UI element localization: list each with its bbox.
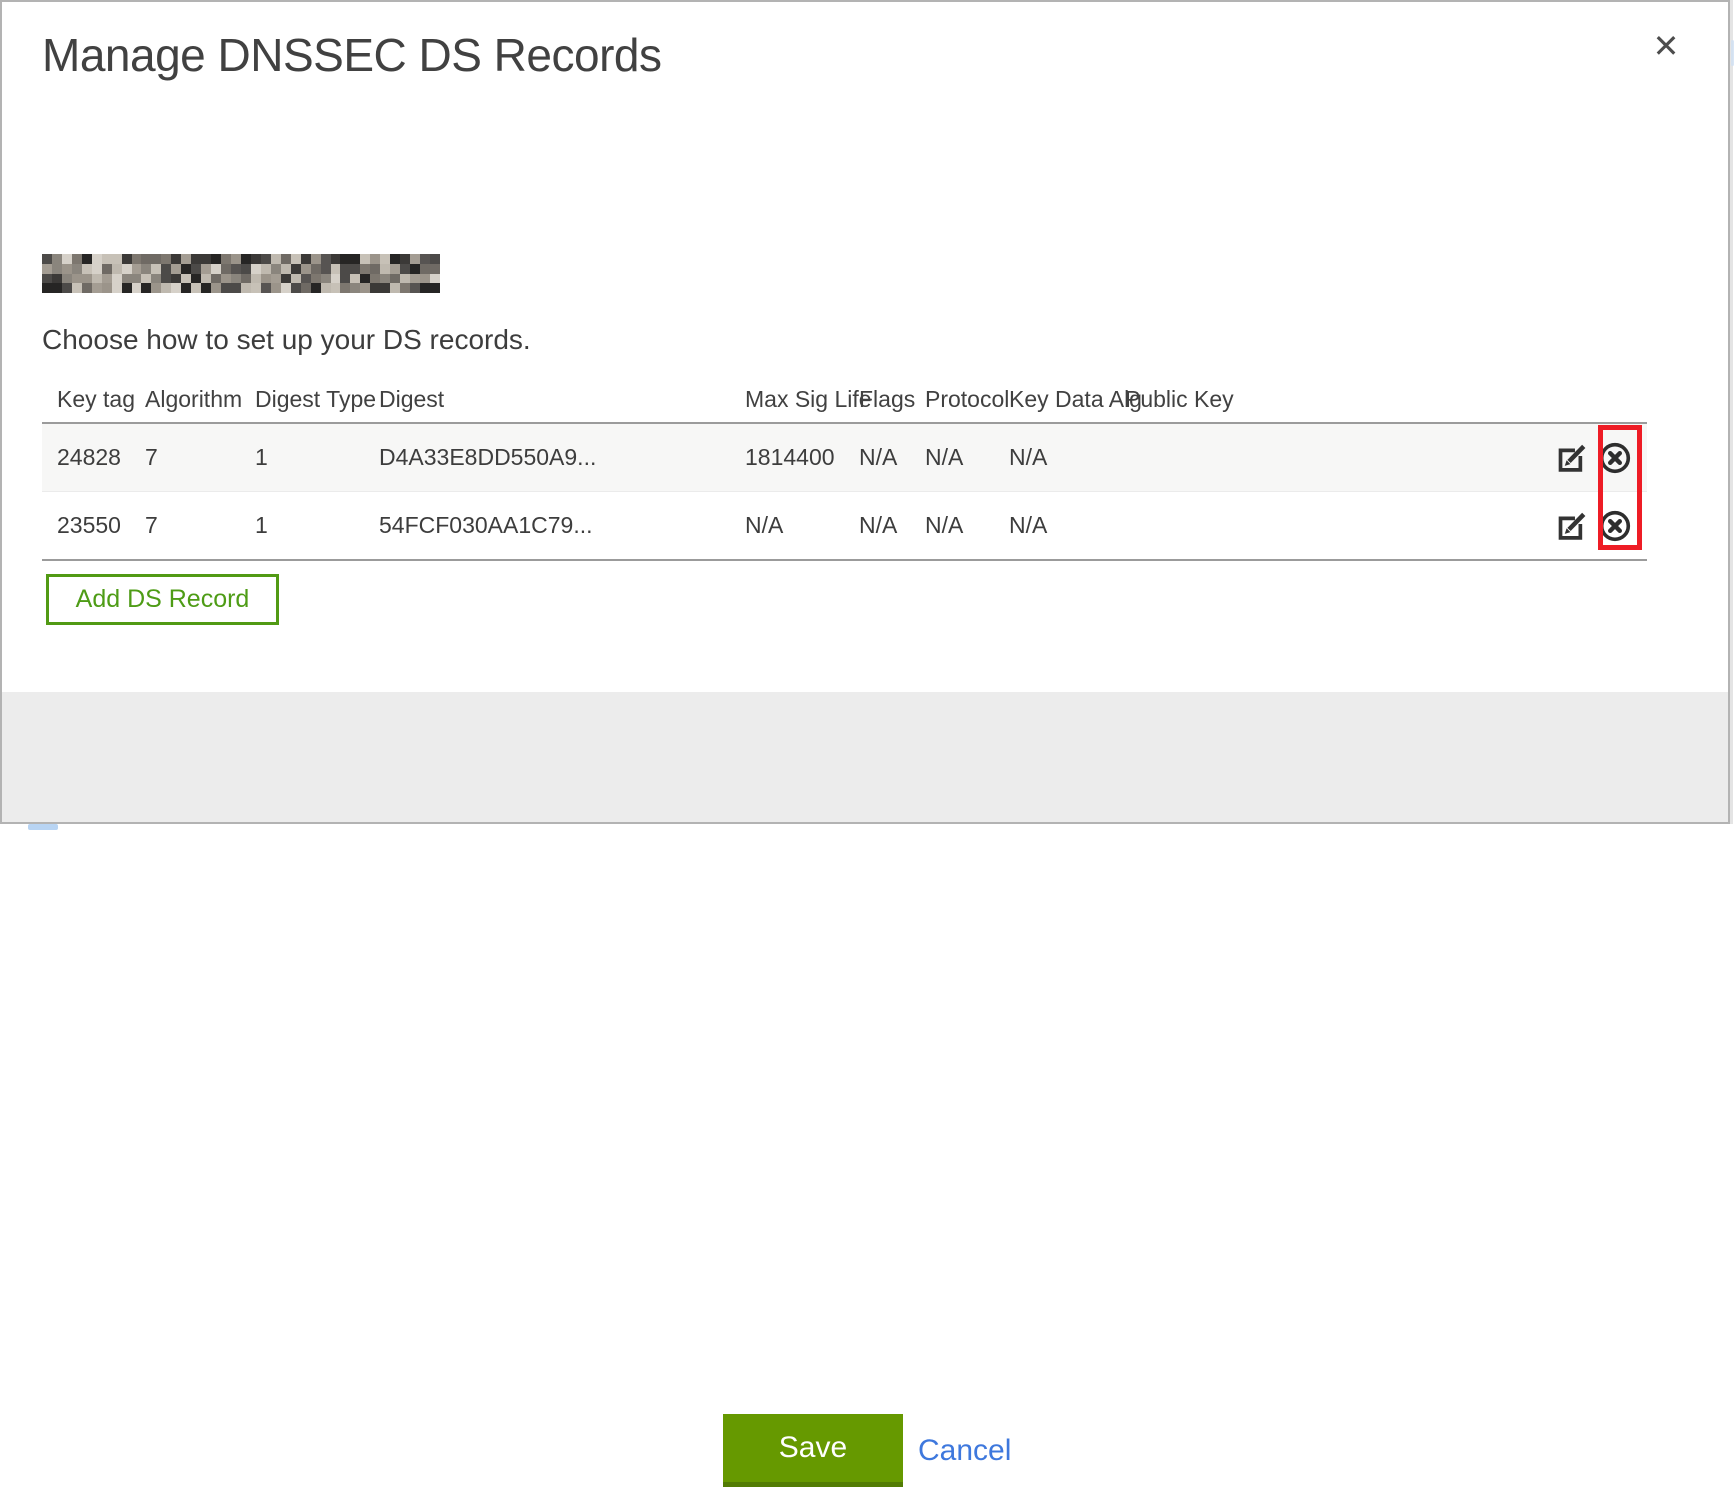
column-header-digest-type: Digest Type: [255, 386, 376, 413]
column-header-digest: Digest: [379, 386, 444, 413]
column-header-max-sig-life: Max Sig Life: [745, 386, 872, 413]
edit-record-button[interactable]: [1554, 509, 1588, 543]
column-header-protocol: Protocol: [925, 386, 1009, 413]
background-artifact: [28, 824, 58, 830]
delete-icon: [1598, 462, 1632, 479]
cell-algorithm: 7: [145, 424, 158, 491]
cell-protocol: N/A: [925, 492, 963, 559]
add-ds-record-button[interactable]: Add DS Record: [46, 574, 279, 625]
column-header-key-tag: Key tag: [57, 386, 135, 413]
redacted-domain-name: [42, 254, 440, 293]
cell-max-sig-life: 1814400: [745, 424, 835, 491]
delete-record-button[interactable]: [1598, 509, 1632, 543]
cell-algorithm: 7: [145, 492, 158, 559]
edit-icon: [1554, 462, 1588, 479]
cell-digest-type: 1: [255, 492, 268, 559]
cell-protocol: N/A: [925, 424, 963, 491]
column-header-flags: Flags: [859, 386, 915, 413]
delete-icon: [1598, 530, 1632, 547]
cell-key-data-alg: N/A: [1009, 424, 1047, 491]
cell-key-data-alg: N/A: [1009, 492, 1047, 559]
close-button[interactable]: ✕: [1640, 20, 1692, 72]
cell-digest: 54FCF030AA1C79...: [379, 492, 593, 559]
column-header-algorithm: Algorithm: [145, 386, 242, 413]
cell-flags: N/A: [859, 424, 897, 491]
column-header-key-data-alg: Key Data Alg: [1009, 386, 1142, 413]
manage-dnssec-modal: Manage DNSSEC DS Records ✕ Choose how to…: [0, 0, 1730, 824]
screen: Manage DNSSEC DS Records ✕ Choose how to…: [0, 0, 1734, 830]
modal-title: Manage DNSSEC DS Records: [42, 28, 661, 82]
ds-records-table: Key tag Algorithm Digest TypeDigest Max Sig…: [42, 342, 1647, 562]
edit-icon: [1554, 530, 1588, 547]
cancel-link[interactable]: Cancel: [918, 1414, 1011, 1487]
table-row: 23550 7 1 54FCF030AA1C79... N/A N/A N/A N/A: [42, 491, 1647, 559]
close-icon: ✕: [1653, 27, 1680, 65]
cell-flags: N/A: [859, 492, 897, 559]
modal-footer: Save Cancel: [2, 692, 1728, 822]
column-header-public-key: Public Key: [1125, 386, 1234, 413]
cell-max-sig-life: N/A: [745, 492, 783, 559]
cell-digest: D4A33E8DD550A9...: [379, 424, 596, 491]
table-row: 24828 7 1 D4A33E8DD550A9... 1814400 N/A N/A N/A: [42, 424, 1647, 491]
cell-key-tag: 24828: [57, 424, 121, 491]
cell-key-tag: 23550: [57, 492, 121, 559]
delete-record-button[interactable]: [1598, 441, 1632, 475]
cell-digest-type: 1: [255, 424, 268, 491]
edit-record-button[interactable]: [1554, 441, 1588, 475]
save-button[interactable]: Save: [723, 1414, 903, 1487]
table-header-row: Key tag Algorithm Digest TypeDigest Max Sig…: [42, 342, 1647, 422]
table-body: 2482871D4A33E8DD550A9...1814400N/AN/AN/A…: [42, 422, 1647, 561]
